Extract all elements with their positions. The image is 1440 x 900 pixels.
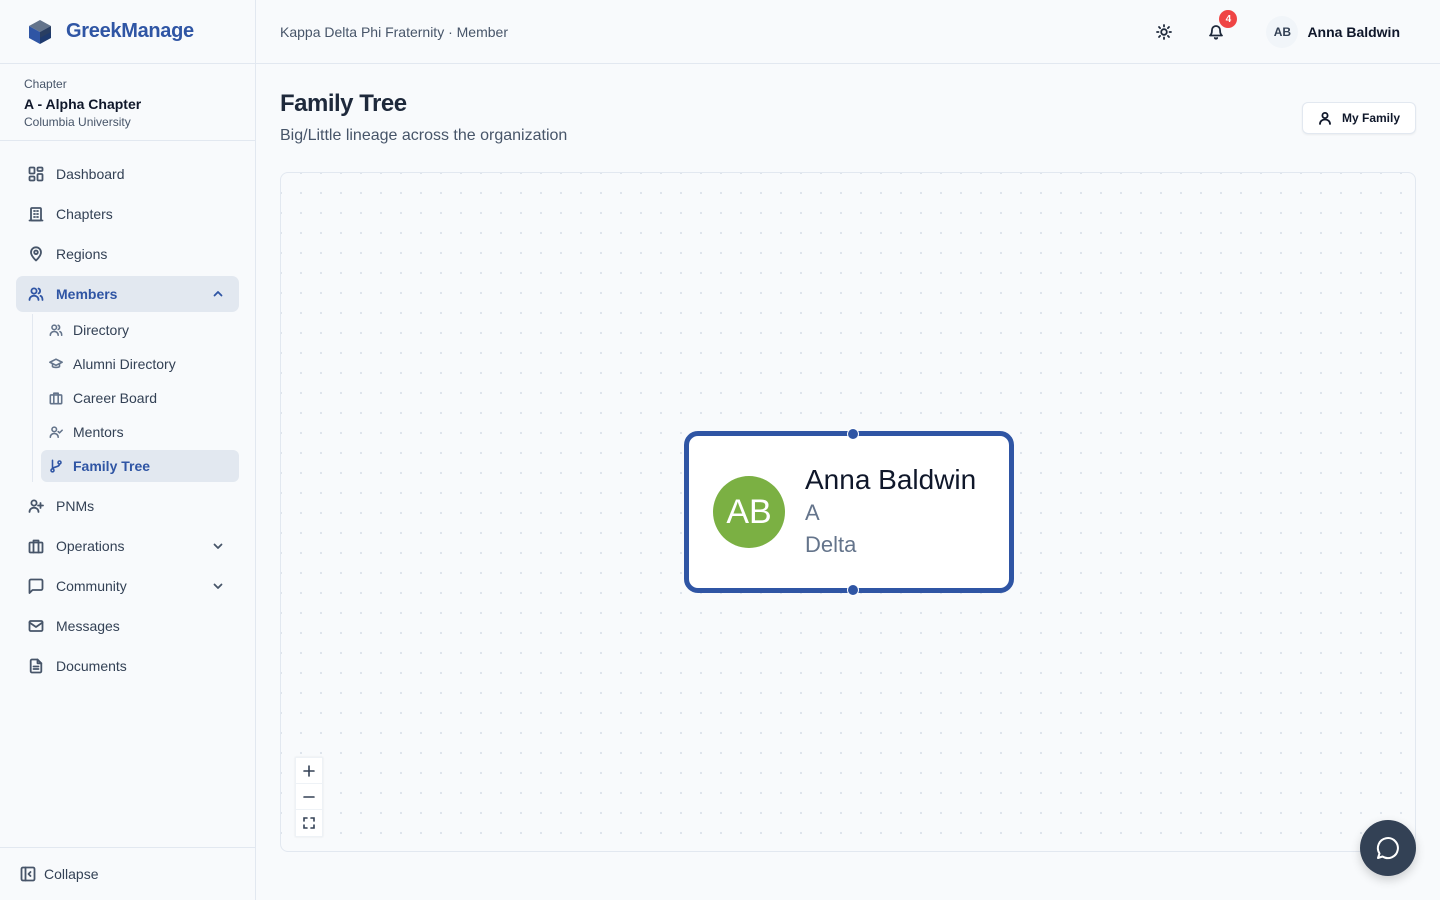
sidebar-item-chapters[interactable]: Chapters [16, 196, 239, 232]
collapse-label: Collapse [44, 866, 99, 882]
logo-cube-icon [29, 19, 51, 44]
sidebar-item-dashboard[interactable]: Dashboard [16, 156, 239, 192]
user-name: Anna Baldwin [1307, 24, 1400, 40]
sidebar-item-members[interactable]: Members [16, 276, 239, 312]
minus-icon [303, 795, 315, 798]
plus-icon [303, 764, 315, 777]
fullscreen-icon [303, 817, 315, 829]
sidebar-subitem-career-board[interactable]: Career Board [41, 382, 239, 414]
sidebar-item-regions[interactable]: Regions [16, 236, 239, 272]
briefcase-icon [28, 538, 44, 554]
page-subtitle: Big/Little lineage across the organizati… [280, 127, 568, 144]
map-pin-icon [28, 246, 44, 262]
sidebar-item-pnms[interactable]: PNMs [16, 488, 239, 524]
users-icon [28, 286, 44, 302]
user-menu[interactable]: AB Anna Baldwin [1266, 16, 1400, 48]
message-square-icon [28, 578, 44, 594]
organization-breadcrumb: Kappa Delta Phi Fraternity · Member [280, 23, 508, 40]
chapter-selector[interactable]: Chapter A - Alpha Chapter Columbia Unive… [0, 64, 255, 141]
chevron-up-icon [211, 287, 225, 301]
my-family-button[interactable]: My Family [1302, 102, 1416, 134]
sidebar-item-label: Messages [56, 618, 120, 634]
mail-icon [28, 618, 44, 634]
sidebar-item-label: Members [56, 286, 118, 302]
sidebar-item-label: Operations [56, 538, 125, 554]
sidebar-nav: Dashboard Chapters Regions Members Direc… [0, 141, 255, 684]
sidebar: GreekManage Chapter A - Alpha Chapter Co… [0, 0, 256, 900]
node-details: Anna Baldwin A Delta [805, 463, 976, 561]
my-family-label: My Family [1341, 111, 1401, 125]
users-icon [49, 323, 63, 337]
building-icon [28, 206, 44, 222]
sidebar-subitem-label: Alumni Directory [73, 356, 176, 372]
page-title: Family Tree [280, 90, 407, 117]
fit-view-button[interactable] [296, 810, 322, 836]
chapter-name: A - Alpha Chapter [24, 96, 142, 112]
node-avatar: AB [713, 476, 785, 548]
zoom-out-button[interactable] [296, 784, 322, 810]
sidebar-item-documents[interactable]: Documents [16, 648, 239, 684]
sidebar-item-label: Regions [56, 246, 108, 262]
zoom-in-button[interactable] [296, 758, 322, 784]
sidebar-item-label: Community [56, 578, 127, 594]
chapter-label: Chapter [24, 77, 67, 91]
zoom-controls [295, 757, 323, 837]
family-tree-canvas[interactable]: AB Anna Baldwin A Delta [280, 172, 1416, 852]
sidebar-item-label: PNMs [56, 498, 95, 514]
top-header: Kappa Delta Phi Fraternity · Member 4 AB… [256, 0, 1440, 64]
members-subnav: Directory Alumni Directory Career Board … [32, 314, 239, 482]
avatar: AB [1266, 16, 1299, 48]
node-handle-top[interactable] [847, 428, 859, 440]
notification-count-badge: 4 [1219, 10, 1238, 28]
sidebar-subitem-label: Mentors [73, 424, 124, 440]
chat-support-button[interactable] [1360, 820, 1416, 876]
node-member-name: Anna Baldwin [805, 464, 977, 495]
theme-toggle-button[interactable] [1148, 16, 1180, 48]
header-actions: 4 AB Anna Baldwin [1148, 0, 1400, 64]
brand[interactable]: GreekManage [0, 0, 255, 64]
sidebar-item-messages[interactable]: Messages [16, 608, 239, 644]
file-text-icon [28, 658, 44, 674]
briefcase-icon [49, 391, 63, 405]
sidebar-subitem-alumni-directory[interactable]: Alumni Directory [41, 348, 239, 380]
sidebar-item-label: Chapters [56, 206, 113, 222]
chapter-school: Columbia University [24, 115, 131, 129]
dashboard-icon [28, 166, 44, 182]
node-chapter: A [805, 500, 820, 525]
git-branch-icon [49, 459, 63, 473]
graduation-cap-icon [49, 357, 63, 371]
brand-name: GreekManage [66, 20, 194, 42]
node-handle-bottom[interactable] [847, 584, 859, 596]
sun-icon [1156, 24, 1173, 40]
sidebar-subitem-directory[interactable]: Directory [41, 314, 239, 346]
user-plus-icon [28, 498, 44, 514]
chevron-down-icon [211, 539, 225, 553]
collapse-sidebar-button[interactable]: Collapse [0, 847, 255, 900]
sidebar-item-label: Dashboard [56, 166, 125, 182]
panel-left-close-icon [20, 866, 36, 882]
user-icon [1319, 112, 1331, 125]
sidebar-subitem-family-tree[interactable]: Family Tree [41, 450, 239, 482]
sidebar-subitem-label: Career Board [73, 390, 158, 406]
sidebar-subitem-label: Directory [73, 322, 130, 338]
notifications-button[interactable]: 4 [1200, 10, 1238, 48]
message-circle-icon [1376, 837, 1399, 860]
node-class: Delta [805, 532, 857, 557]
sidebar-item-label: Documents [56, 658, 127, 674]
sidebar-subitem-mentors[interactable]: Mentors [41, 416, 239, 448]
sidebar-subitem-label: Family Tree [73, 458, 151, 474]
tree-node-member[interactable]: AB Anna Baldwin A Delta [684, 428, 1014, 596]
chevron-down-icon [211, 579, 225, 593]
sidebar-item-operations[interactable]: Operations [16, 528, 239, 564]
user-check-icon [49, 425, 63, 439]
sidebar-item-community[interactable]: Community [16, 568, 239, 604]
